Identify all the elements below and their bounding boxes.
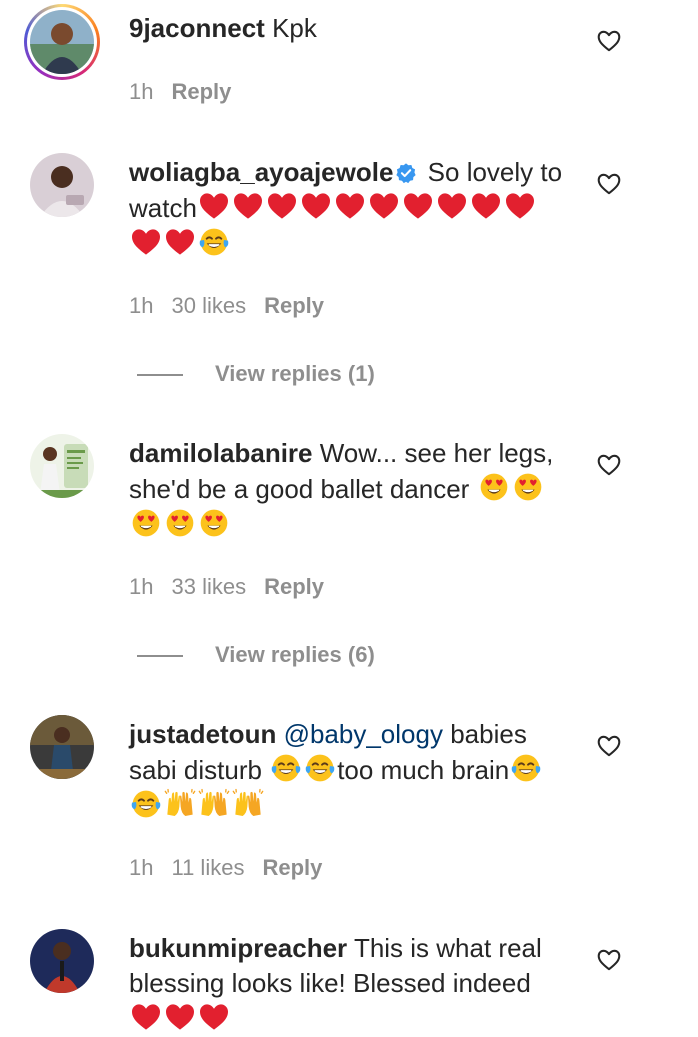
avatar[interactable]	[30, 10, 94, 74]
red-heart-emoji	[470, 190, 502, 222]
red-heart-emoji	[130, 1001, 162, 1033]
avatar[interactable]	[30, 434, 94, 498]
red-heart-emoji	[504, 190, 536, 222]
smiling-face-with-heart-eyes-emoji	[130, 507, 162, 539]
avatar[interactable]	[30, 715, 94, 779]
raising-hands-emoji	[164, 788, 196, 820]
smiling-face-with-heart-eyes-emoji	[512, 471, 544, 503]
reply-button[interactable]: Reply	[262, 855, 322, 880]
story-ring[interactable]	[24, 4, 100, 80]
username[interactable]: justadetoun	[129, 719, 276, 749]
likes-count[interactable]: 30 likes	[171, 293, 246, 318]
timestamp: 1h	[129, 574, 154, 599]
red-heart-emoji	[198, 190, 230, 222]
mention-link[interactable]: @baby_ology	[284, 719, 443, 749]
face-with-tears-of-joy-emoji	[304, 752, 336, 784]
comment-body: woliagba_ayoajewole So lovely to watch	[129, 155, 569, 262]
red-heart-emoji	[368, 190, 400, 222]
red-heart-emoji	[130, 226, 162, 258]
red-heart-emoji	[232, 190, 264, 222]
avatar[interactable]	[30, 153, 94, 217]
timestamp: 1h	[129, 293, 154, 318]
red-heart-emoji	[198, 1001, 230, 1033]
view-replies-label[interactable]: View replies (6)	[215, 642, 375, 667]
heart-outline-icon[interactable]	[596, 452, 622, 478]
divider-line	[137, 655, 183, 658]
face-with-tears-of-joy-emoji	[510, 752, 542, 784]
red-heart-emoji	[266, 190, 298, 222]
divider-line	[137, 374, 183, 377]
likes-count[interactable]: 33 likes	[171, 574, 246, 599]
view-replies-label[interactable]: View replies (1)	[215, 361, 375, 386]
comment-body: damilolabanire Wow... see her legs, she'…	[129, 436, 569, 543]
comment-meta: 1h 33 likes Reply	[129, 574, 342, 600]
comment-body: bukunmipreacher This is what real blessi…	[129, 931, 569, 1037]
heart-outline-icon[interactable]	[596, 171, 622, 197]
red-heart-emoji	[436, 190, 468, 222]
smiling-face-with-heart-eyes-emoji	[198, 507, 230, 539]
comment-meta: 1h Reply	[129, 79, 249, 105]
face-with-tears-of-joy-emoji	[130, 788, 162, 820]
username[interactable]: 9jaconnect	[129, 13, 265, 43]
face-with-tears-of-joy-emoji	[198, 226, 230, 258]
red-heart-emoji	[334, 190, 366, 222]
username[interactable]: woliagba_ayoajewole	[129, 157, 393, 187]
red-heart-emoji	[164, 1001, 196, 1033]
red-heart-emoji	[300, 190, 332, 222]
view-replies-button[interactable]: View replies (6)	[137, 642, 375, 668]
verified-badge-icon	[396, 163, 417, 184]
avatar[interactable]	[30, 929, 94, 993]
reply-button[interactable]: Reply	[264, 293, 324, 318]
comment-meta: 1h 11 likes Reply	[129, 855, 340, 881]
comment-text: too much brain	[337, 755, 510, 785]
red-heart-emoji	[402, 190, 434, 222]
smiling-face-with-heart-eyes-emoji	[478, 471, 510, 503]
heart-outline-icon[interactable]	[596, 28, 622, 54]
view-replies-button[interactable]: View replies (1)	[137, 361, 375, 387]
raising-hands-emoji	[198, 788, 230, 820]
reply-button[interactable]: Reply	[171, 79, 231, 104]
username[interactable]: bukunmipreacher	[129, 933, 347, 963]
comment-body: justadetoun @baby_ology babies sabi dist…	[129, 717, 569, 824]
raising-hands-emoji	[232, 788, 264, 820]
smiling-face-with-heart-eyes-emoji	[164, 507, 196, 539]
heart-outline-icon[interactable]	[596, 733, 622, 759]
face-with-tears-of-joy-emoji	[270, 752, 302, 784]
reply-button[interactable]: Reply	[264, 574, 324, 599]
timestamp: 1h	[129, 79, 154, 104]
likes-count[interactable]: 11 likes	[171, 855, 244, 880]
heart-outline-icon[interactable]	[596, 947, 622, 973]
comment-text: Kpk	[272, 13, 317, 43]
username[interactable]: damilolabanire	[129, 438, 313, 468]
comment-body: 9jaconnect Kpk	[129, 11, 569, 46]
timestamp: 1h	[129, 855, 154, 880]
red-heart-emoji	[164, 226, 196, 258]
comment-meta: 1h 30 likes Reply	[129, 293, 342, 319]
